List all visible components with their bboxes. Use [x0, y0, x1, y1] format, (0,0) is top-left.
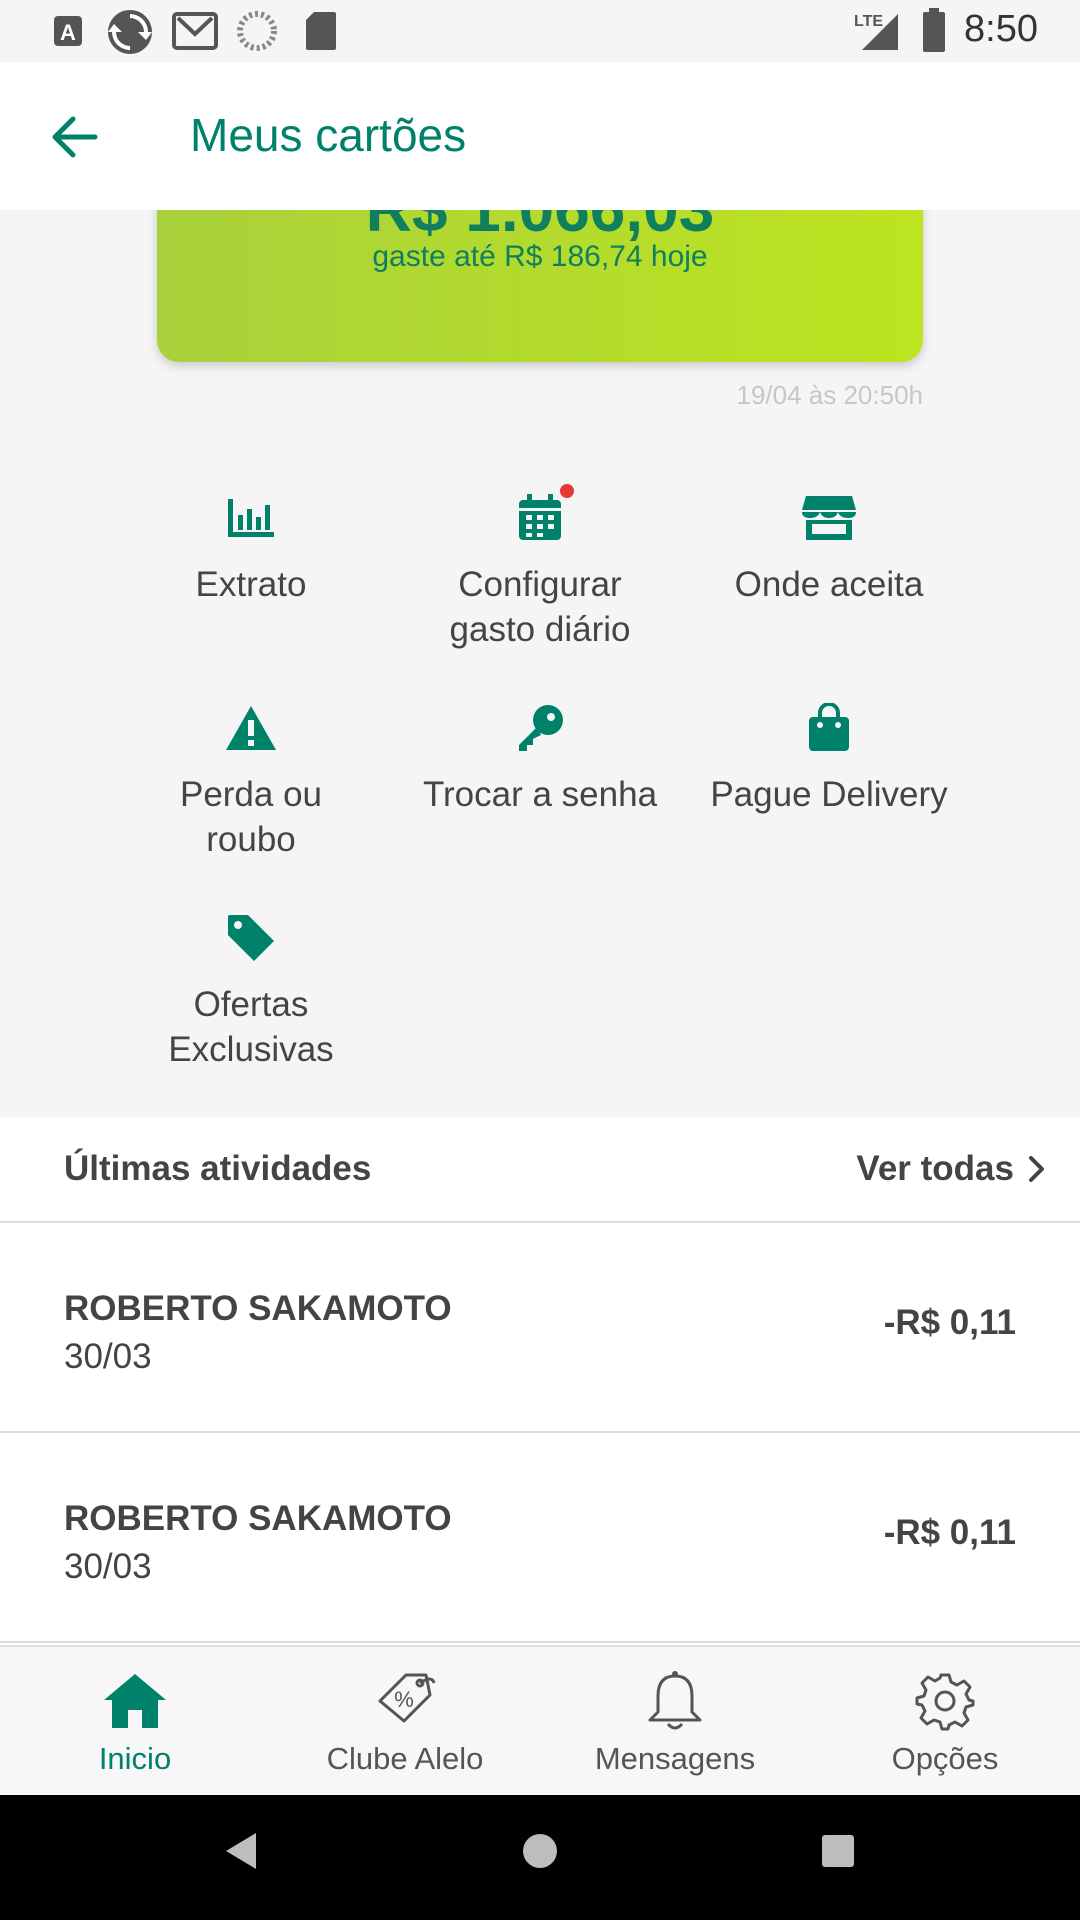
- recents-square-icon[interactable]: [820, 1831, 856, 1871]
- mail-icon: [172, 12, 218, 50]
- see-all-label: Ver todas: [856, 1149, 1014, 1188]
- action-label: Perda ou roubo: [179, 775, 323, 859]
- bottom-navigation: Inicio % Clube Alelo Mensagens Opções: [0, 1645, 1080, 1795]
- system-navigation-bar: [0, 1795, 1080, 1920]
- a-badge-icon: A: [54, 16, 82, 46]
- action-configurar-gasto[interactable]: Configurar gasto diário: [400, 482, 680, 652]
- store-icon: [802, 496, 856, 540]
- status-bar: A LTE 8:50: [0, 0, 1080, 62]
- transaction-date: 30/03: [64, 1337, 152, 1376]
- bar-chart-icon: [228, 499, 274, 537]
- action-onde-aceita[interactable]: Onde aceita: [689, 488, 969, 607]
- arrow-left-icon: [52, 116, 98, 158]
- home-circle-icon[interactable]: [522, 1831, 558, 1871]
- svg-text:%: %: [394, 1687, 414, 1712]
- sd-card-icon: [306, 12, 336, 50]
- action-label: Configurar gasto diário: [449, 565, 631, 649]
- action-pague-delivery[interactable]: Pague Delivery: [689, 698, 969, 817]
- daily-spend-hint: gaste até R$ 186,74 hoje: [372, 240, 708, 273]
- nav-label: Mensagens: [594, 1741, 756, 1776]
- back-triangle-icon[interactable]: [222, 1831, 258, 1871]
- nav-opcoes[interactable]: Opções: [810, 1647, 1080, 1797]
- key-icon: [519, 705, 563, 751]
- action-perda-roubo[interactable]: Perda ou roubo: [111, 698, 391, 862]
- battery-icon: [923, 8, 945, 52]
- transaction-amount: -R$ 0,11: [883, 1513, 1016, 1552]
- nav-mensagens[interactable]: Mensagens: [540, 1647, 810, 1797]
- transaction-date: 30/03: [64, 1547, 152, 1586]
- signal-icon: LTE: [854, 13, 898, 50]
- action-label: Extrato: [195, 565, 307, 604]
- action-label: Onde aceita: [734, 565, 924, 604]
- nav-clube-alelo[interactable]: % Clube Alelo: [270, 1647, 540, 1797]
- home-icon: [104, 1674, 166, 1728]
- action-extrato[interactable]: Extrato: [111, 488, 391, 607]
- action-label: Trocar a senha: [422, 775, 658, 814]
- nav-label: Opções: [891, 1741, 999, 1776]
- back-button[interactable]: [40, 102, 110, 172]
- warning-icon: [226, 706, 276, 750]
- transaction-row[interactable]: ROBERTO SAKAMOTO 30/03 -R$ 0,11: [0, 1223, 1080, 1433]
- clock: 8:50: [964, 8, 1038, 50]
- see-all-button[interactable]: Ver todas: [856, 1149, 1046, 1189]
- notification-dot: [558, 482, 576, 500]
- transaction-amount: -R$ 0,11: [883, 1303, 1016, 1342]
- nav-label: Inicio: [98, 1741, 172, 1776]
- gear-icon: [915, 1673, 975, 1731]
- nav-label: Clube Alelo: [326, 1741, 484, 1776]
- recent-activities: Últimas atividades Ver todas ROBERTO SAK…: [0, 1117, 1080, 1645]
- sync-icon: [108, 10, 152, 54]
- transaction-row[interactable]: ROBERTO SAKAMOTO 30/03 -R$ 0,11: [0, 1433, 1080, 1643]
- updated-timestamp: 19/04 às 20:50h: [736, 380, 924, 410]
- transaction-merchant: ROBERTO SAKAMOTO: [64, 1499, 452, 1538]
- bell-icon: [648, 1671, 702, 1730]
- chevron-right-icon: [1029, 1156, 1044, 1182]
- activities-header: Últimas atividades Ver todas: [0, 1117, 1080, 1223]
- action-trocar-senha[interactable]: Trocar a senha: [400, 698, 680, 817]
- nav-inicio[interactable]: Inicio: [0, 1647, 270, 1797]
- action-label: Pague Delivery: [710, 775, 948, 814]
- loading-icon: [237, 11, 277, 51]
- action-ofertas-exclusivas[interactable]: Ofertas Exclusivas: [111, 908, 391, 1072]
- activities-title: Últimas atividades: [64, 1149, 372, 1188]
- tag-icon: [228, 915, 274, 961]
- svg-text:A: A: [60, 20, 76, 45]
- transaction-merchant: ROBERTO SAKAMOTO: [64, 1289, 452, 1328]
- page-title: Meus cartões: [190, 109, 467, 161]
- svg-text:LTE: LTE: [854, 13, 883, 30]
- calendar-icon: [519, 494, 561, 540]
- app-bar: Meus cartões: [0, 62, 1080, 210]
- action-label: Ofertas Exclusivas: [168, 985, 334, 1069]
- discount-tag-icon: %: [378, 1673, 436, 1723]
- shopping-bag-icon: [809, 703, 849, 751]
